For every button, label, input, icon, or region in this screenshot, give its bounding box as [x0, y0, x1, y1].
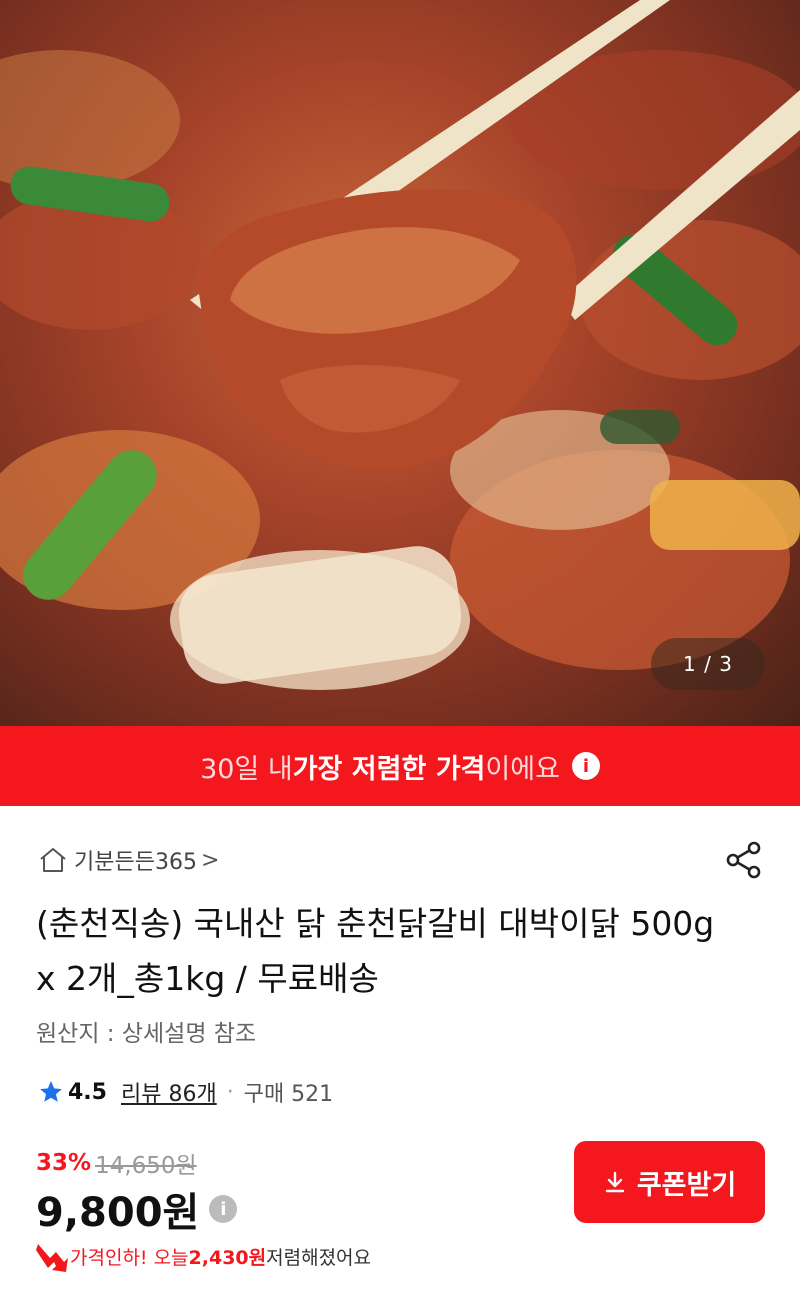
coupon-label: 쿠폰받기: [636, 1169, 737, 1200]
store-name: 기분든든365: [74, 850, 197, 875]
price-drop-suffix: 저렴해졌어요: [266, 1246, 372, 1269]
original-price: 14,650원: [95, 1153, 197, 1179]
banner-prefix: 30일 내: [200, 753, 293, 785]
banner-suffix: 이에요: [485, 753, 560, 785]
download-icon: [605, 1171, 625, 1193]
chevron-right-icon: >: [200, 847, 220, 873]
price-drop-note: 가격인하! 오늘 2,430원 저렴해졌어요: [34, 1237, 371, 1275]
get-coupon-button[interactable]: 쿠폰받기: [574, 1141, 765, 1223]
price-drop-amount: 2,430원: [188, 1246, 267, 1269]
price-down-arrow-icon: [36, 1244, 68, 1272]
discount-row: 33% 14,650원: [36, 1146, 197, 1180]
share-icon: [726, 841, 761, 879]
dakgalbi-illustration: [0, 0, 800, 690]
rating-row: 4.5 리뷰 86개 · 구매 521: [38, 1073, 333, 1111]
product-title: (춘천직송) 국내산 닭 춘천닭갈비 대박이닭 500g x 2개_총1kg /…: [36, 904, 715, 998]
info-icon[interactable]: i: [571, 752, 600, 780]
product-origin: 원산지 : 상세설명 참조: [36, 1021, 257, 1047]
image-page-counter: 1 / 3: [651, 638, 765, 690]
lowest-price-banner[interactable]: 30일 내 가장 저렴한 가격 이에요 i: [0, 726, 800, 806]
discount-percent: 33%: [36, 1150, 92, 1176]
price-row: 9,800원 i: [36, 1180, 238, 1238]
sale-price: 9,800원: [36, 1190, 200, 1236]
share-button[interactable]: [722, 838, 766, 882]
star-icon: [40, 1081, 62, 1102]
product-image[interactable]: 1 / 3: [0, 0, 800, 726]
review-link[interactable]: 리뷰 86개: [121, 1076, 217, 1108]
price-drop-label: 가격인하! 오늘: [70, 1246, 189, 1269]
banner-highlight: 가장 저렴한 가격: [292, 753, 486, 785]
separator-dot: ·: [226, 1079, 234, 1105]
price-info-icon[interactable]: i: [209, 1195, 238, 1223]
home-icon: [40, 848, 66, 872]
store-link[interactable]: 기분든든365 >: [38, 840, 219, 880]
purchase-count: 구매 521: [243, 1082, 334, 1107]
rating-score: 4.5: [68, 1079, 107, 1105]
